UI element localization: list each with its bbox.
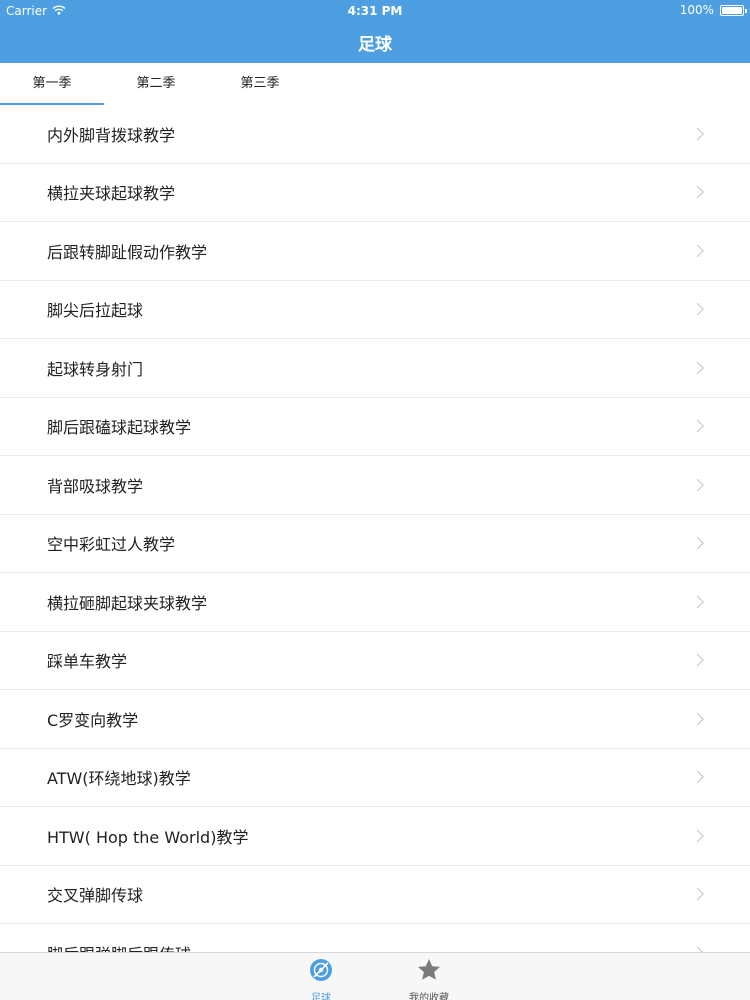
- list-item[interactable]: 后跟转脚趾假动作教学: [0, 222, 750, 281]
- chevron-right-icon: [691, 887, 704, 901]
- chevron-right-icon: [691, 361, 704, 375]
- tab-season-1[interactable]: 第一季: [0, 63, 104, 106]
- battery-percent: 100%: [679, 3, 714, 17]
- list-item-label: 横拉夹球起球教学: [47, 184, 176, 204]
- status-right: 100%: [679, 3, 747, 17]
- bottom-tab-bar: 足球 我的收藏: [0, 952, 750, 1000]
- list-item-label: 脚后跟磕球起球教学: [47, 418, 192, 438]
- list-item[interactable]: 交叉弹脚传球: [0, 866, 750, 924]
- list-item[interactable]: 横拉夹球起球教学: [0, 164, 750, 222]
- chevron-right-icon: [691, 478, 704, 492]
- battery-icon: [720, 4, 747, 16]
- list-item-label: HTW( Hop the World)教学: [47, 827, 249, 847]
- chevron-right-icon: [691, 419, 704, 433]
- list-item[interactable]: 脚尖后拉起球: [0, 281, 750, 339]
- tab-bar-label-soccer: 足球: [311, 993, 331, 1000]
- chevron-right-icon: [691, 770, 704, 784]
- list-item-label: 后跟转脚趾假动作教学: [47, 242, 208, 262]
- chevron-right-icon: [691, 595, 704, 609]
- chevron-right-icon: [691, 653, 704, 667]
- tab-bar-item-favorites[interactable]: 我的收藏: [399, 957, 459, 1000]
- list-item[interactable]: ATW(环绕地球)教学: [0, 749, 750, 807]
- list-item-label: 交叉弹脚传球: [47, 886, 144, 906]
- chevron-right-icon: [691, 536, 704, 550]
- chevron-right-icon: [691, 244, 704, 258]
- chevron-right-icon: [691, 302, 704, 316]
- list-item-label: 踩单车教学: [47, 652, 128, 672]
- list-item-label: 背部吸球教学: [47, 476, 144, 496]
- list-item-label: ATW(环绕地球)教学: [47, 769, 191, 789]
- list-item[interactable]: C罗变向教学: [0, 690, 750, 749]
- list-item-label: 起球转身射门: [47, 359, 144, 379]
- soccer-icon: [308, 959, 334, 987]
- list-item-label: 空中彩虹过人教学: [47, 535, 176, 555]
- header: Carrier 4:31 PM 100% 足球: [0, 0, 750, 63]
- star-icon: [416, 959, 442, 987]
- list-item[interactable]: 横拉砸脚起球夹球教学: [0, 573, 750, 632]
- tab-bar-label-favorites: 我的收藏: [409, 993, 449, 1000]
- tab-bar-item-soccer[interactable]: 足球: [291, 957, 351, 1000]
- tab-season-3[interactable]: 第三季: [208, 63, 312, 105]
- list-item[interactable]: 空中彩虹过人教学: [0, 515, 750, 573]
- list-item-label: C罗变向教学: [47, 710, 139, 730]
- chevron-right-icon: [691, 127, 704, 141]
- chevron-right-icon: [691, 712, 704, 726]
- segment-tabs: 第一季 第二季 第三季: [0, 63, 312, 106]
- list-item[interactable]: 踩单车教学: [0, 632, 750, 690]
- list-item[interactable]: 脚后跟弹脚后跟传球: [0, 924, 750, 952]
- list-item-label: 内外脚背拨球教学: [47, 125, 176, 145]
- tab-season-2[interactable]: 第二季: [104, 63, 208, 105]
- list-item[interactable]: 内外脚背拨球教学: [0, 105, 750, 164]
- list-item-label: 横拉砸脚起球夹球教学: [47, 593, 208, 613]
- page-title: 足球: [358, 35, 392, 55]
- list-item[interactable]: 起球转身射门: [0, 339, 750, 398]
- chevron-right-icon: [691, 185, 704, 199]
- status-time: 4:31 PM: [347, 4, 403, 18]
- chevron-right-icon: [691, 829, 704, 843]
- list-item-label: 脚尖后拉起球: [47, 301, 144, 321]
- list-item[interactable]: HTW( Hop the World)教学: [0, 807, 750, 866]
- app: Carrier 4:31 PM 100% 足球 第一季 第二季 第三季 内外脚背拨球…: [0, 0, 750, 1000]
- list-item[interactable]: 背部吸球教学: [0, 456, 750, 515]
- status-bar: Carrier 4:31 PM 100%: [0, 0, 750, 22]
- list-item[interactable]: 脚后跟磕球起球教学: [0, 398, 750, 456]
- list-item-label: 脚后跟弹脚后跟传球: [47, 941, 191, 952]
- episode-list: 内外脚背拨球教学 横拉夹球起球教学后跟转脚趾假动作教学 脚尖后拉起球 起球转身射门脚后…: [0, 105, 750, 952]
